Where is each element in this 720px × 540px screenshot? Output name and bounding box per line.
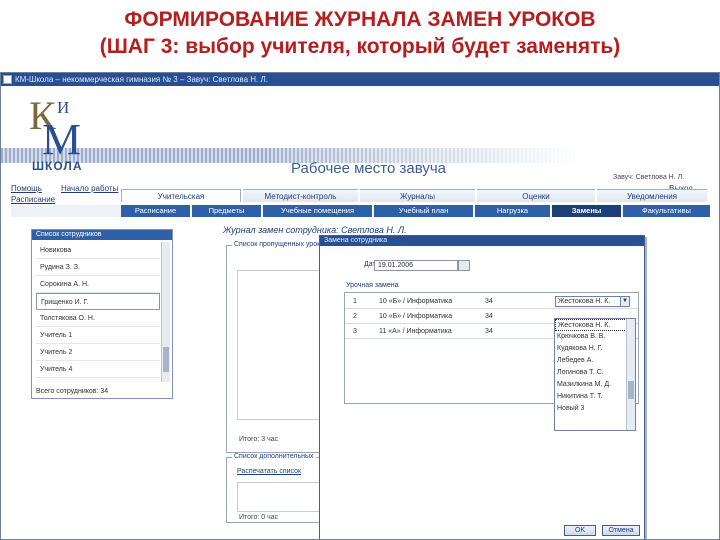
sub-tabs: Расписание Предметы Учебные помещения Уч…	[11, 205, 711, 217]
tab-notifications[interactable]: Уведомления	[597, 189, 707, 202]
menu-schedule[interactable]: Расписание	[11, 195, 55, 204]
dialog-title[interactable]: Замена сотрудника	[320, 236, 644, 246]
tab-journals[interactable]: Журналы	[360, 189, 475, 202]
dropdown-option[interactable]: Новый 3	[555, 403, 635, 415]
staff-list-scrollbar[interactable]	[161, 242, 170, 382]
staff-item[interactable]: Новикова	[36, 242, 160, 259]
print-list-link[interactable]: Распечатать список	[237, 468, 301, 475]
calendar-button[interactable]	[458, 260, 470, 271]
cancel-button[interactable]: Отмена	[602, 525, 640, 536]
tab-grades[interactable]: Оценки	[477, 189, 595, 202]
dropdown-option[interactable]: Лебедев А.	[555, 355, 635, 367]
km-school-logo: К И М ШКОЛА	[29, 93, 83, 174]
subtab-schedule[interactable]: Расписание	[121, 205, 191, 217]
slide-title-line2: (ШАГ 3: выбор учителя, который будет зам…	[99, 35, 621, 58]
journal-title: Журнал замен сотрудника: Светлова Н. Л.	[223, 225, 407, 235]
staff-item[interactable]: Учитель 4	[36, 361, 160, 378]
table-row[interactable]: 1 10 «Б» / Информатика 34 Жестокова Н. К…	[345, 295, 638, 309]
teacher-select[interactable]: Жестокова Н. К. ▼	[555, 296, 630, 307]
subtab-electives[interactable]: Факультативы	[623, 205, 711, 217]
dropdown-option[interactable]: Мазилкина М. Д.	[555, 379, 635, 391]
subtab-rooms[interactable]: Учебные помещения	[263, 205, 373, 217]
dropdown-option[interactable]: Никитина Т. Т.	[555, 391, 635, 403]
subtab-substitutions[interactable]: Замены	[552, 205, 622, 217]
substitution-dialog: Замена сотрудника Дата 19.01.2006 Урочна…	[319, 235, 645, 539]
menu-help[interactable]: Помощь	[11, 184, 42, 193]
slide-title-line1: ФОРМИРОВАНИЕ ЖУРНАЛА ЗАМЕН УРОКОВ	[124, 8, 596, 31]
staff-list-caption: Список сотрудников	[32, 230, 172, 240]
dropdown-scrollbar[interactable]	[626, 319, 635, 430]
dropdown-option[interactable]: Жестокова Н. К.	[555, 319, 635, 331]
workspace-title: Рабочее место завуча	[291, 160, 447, 177]
missed-lessons-caption: Список пропущенных уроков	[232, 241, 330, 248]
chevron-down-icon[interactable]: ▼	[620, 297, 629, 306]
dropdown-option[interactable]: Кудякова Н. Г.	[555, 343, 635, 355]
staff-item[interactable]: Учитель 2	[36, 344, 160, 361]
slide-title: ФОРМИРОВАНИЕ ЖУРНАЛА ЗАМЕН УРОКОВ (ШАГ 3…	[0, 6, 720, 60]
subtab-curriculum[interactable]: Учебный план	[374, 205, 474, 217]
window-title: КМ-Школа – некоммерческая гимназия № 3 –…	[15, 75, 268, 84]
menu-start[interactable]: Начало работы	[61, 184, 118, 193]
subtab-subjects[interactable]: Предметы	[192, 205, 262, 217]
staff-total: Всего сотрудников: 34	[36, 388, 109, 395]
teacher-dropdown-list[interactable]: Жестокова Н. К. Крючкова В. В. Кудякова …	[554, 318, 636, 431]
staff-item[interactable]: Рудина З. З.	[36, 259, 160, 276]
extra-lessons-caption: Список дополнительных	[232, 453, 316, 460]
tab-methodist[interactable]: Методист-контроль	[243, 189, 358, 202]
app-icon	[3, 75, 12, 84]
subtab-load[interactable]: Нагрузка	[475, 205, 551, 217]
window-titlebar[interactable]: КМ-Школа – некоммерческая гимназия № 3 –…	[1, 73, 719, 86]
app-window: КМ-Школа – некоммерческая гимназия № 3 –…	[0, 72, 720, 540]
dropdown-option[interactable]: Крючкова В. В.	[555, 331, 635, 343]
ok-button[interactable]: OK	[564, 525, 596, 536]
tab-teachers-room[interactable]: Учительская	[121, 189, 241, 202]
substitution-caption: Урочная замена	[346, 282, 399, 289]
date-input[interactable]: 19.01.2006	[374, 260, 458, 271]
staff-list: Новикова Рудина З. З. Сорокина А. Н. Гри…	[36, 242, 160, 382]
staff-item[interactable]: Учитель 1	[36, 327, 160, 344]
staff-item[interactable]: Сорокина А. Н.	[36, 276, 160, 293]
dropdown-option[interactable]: Логинова Т. С.	[555, 367, 635, 379]
staff-list-panel: Список сотрудников Новикова Рудина З. З.…	[31, 229, 173, 399]
app-header: К И М ШКОЛА Рабочее место завуча Завуч: …	[1, 86, 719, 181]
extra-total: Итого: 0 час	[239, 514, 279, 521]
user-info: Завуч: Светлова Н. Л.	[613, 174, 685, 181]
staff-item[interactable]: Толстякова О. Н.	[36, 310, 160, 327]
staff-item-selected[interactable]: Грищенко И. Г.	[36, 293, 160, 310]
missed-total: Итого: 3 час	[239, 436, 279, 443]
